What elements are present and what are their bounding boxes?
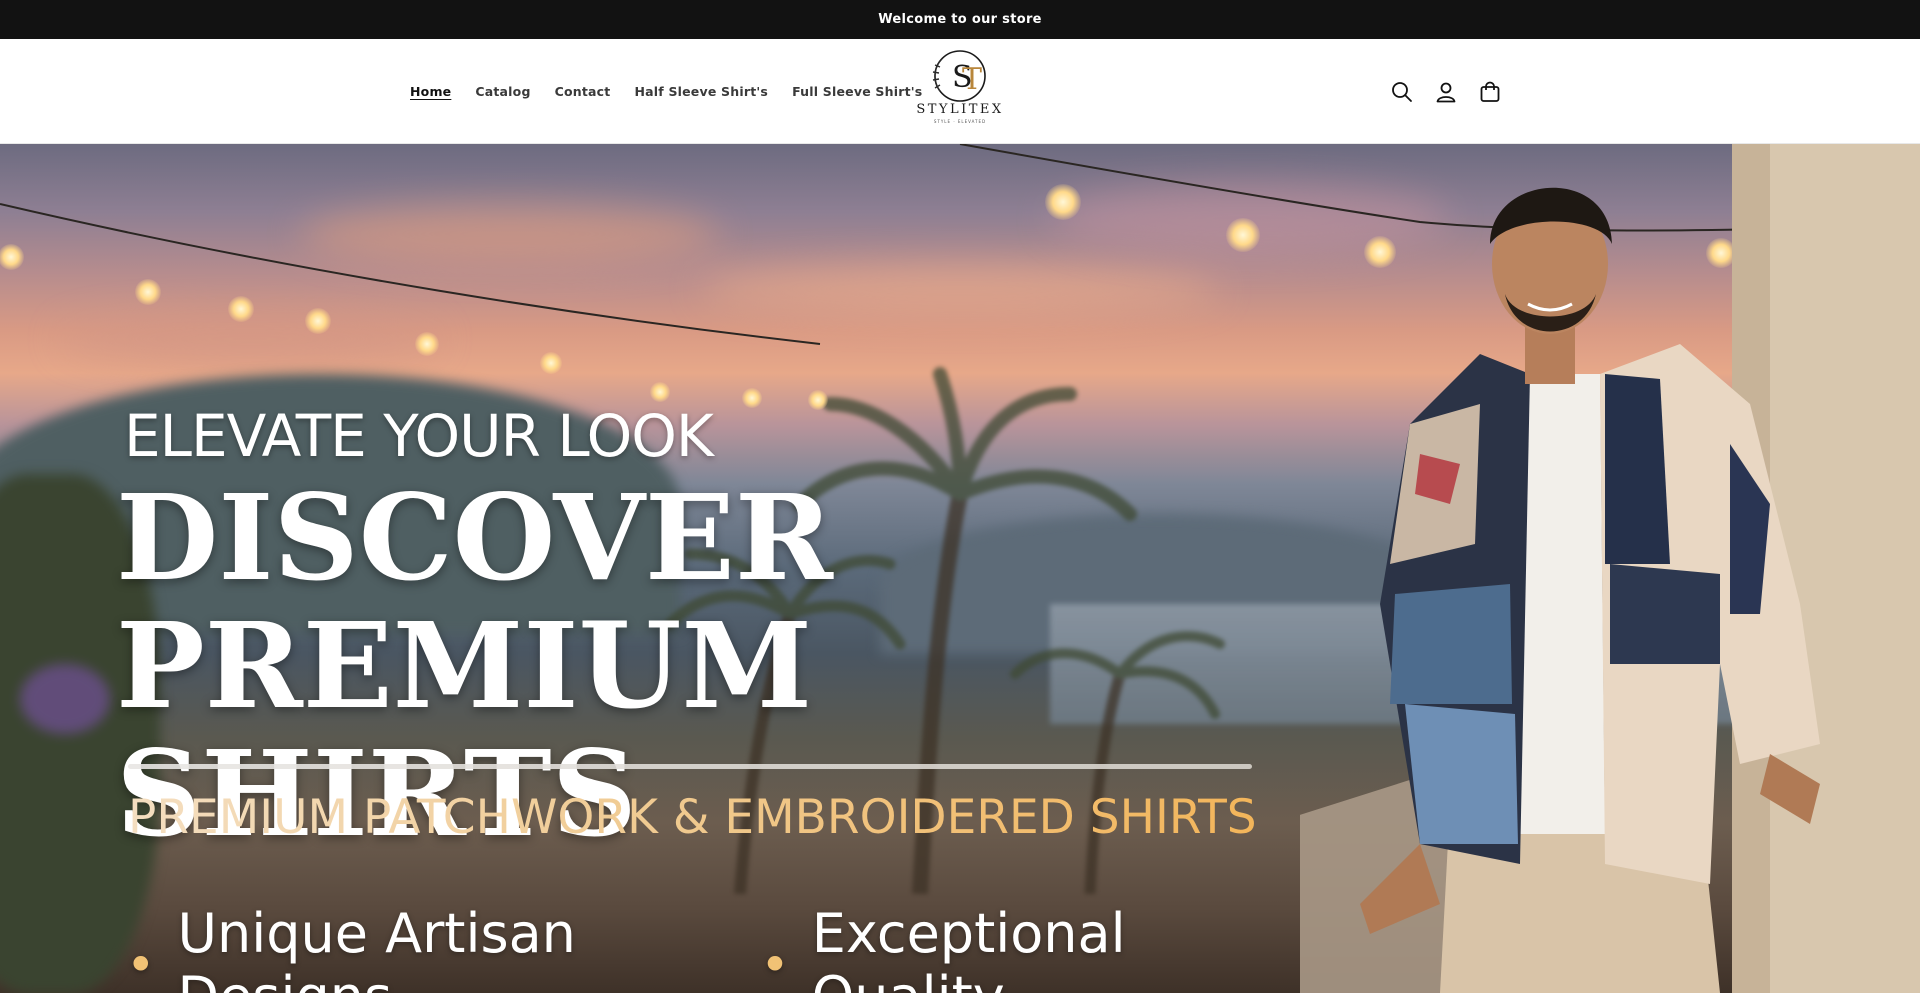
hero-bullet-item: Unique Artisan Designs xyxy=(177,902,576,993)
logo-tagline: STYLE · ELEVATED xyxy=(933,119,987,124)
site-header: Home Catalog Contact Half Sleeve Shirt's… xyxy=(0,39,1920,144)
nav-item-catalog[interactable]: Catalog xyxy=(463,84,542,99)
bullet-dot: • xyxy=(760,936,790,993)
logo-brand-name: STYLITEX xyxy=(916,102,1004,117)
svg-text:T: T xyxy=(962,62,982,97)
cart-icon[interactable] xyxy=(1475,77,1505,107)
logo-monogram-icon: S T xyxy=(932,50,986,102)
hero-text: ELEVATE YOUR LOOK DISCOVER PREMIUM SHIRT… xyxy=(0,144,1300,993)
main-nav: Home Catalog Contact Half Sleeve Shirt's… xyxy=(398,39,934,144)
account-icon[interactable] xyxy=(1431,77,1461,107)
hero-bullet-item: Exceptional Quality xyxy=(811,902,1126,993)
announcement-text: Welcome to our store xyxy=(878,12,1042,27)
hero-headline-line1: DISCOVER xyxy=(116,468,833,607)
hero-banner[interactable]: ELEVATE YOUR LOOK DISCOVER PREMIUM SHIRT… xyxy=(0,144,1920,993)
hero-model-image xyxy=(1300,144,1920,993)
hero-divider xyxy=(128,764,1252,769)
site-logo[interactable]: S T STYLITEX STYLE · ELEVATED xyxy=(912,47,1008,137)
nav-item-half-sleeve[interactable]: Half Sleeve Shirt's xyxy=(622,84,780,99)
bullet-dot: • xyxy=(126,936,156,993)
hero-bullets: • Unique Artisan Designs • Exceptional Q… xyxy=(126,902,1300,993)
search-icon[interactable] xyxy=(1387,77,1417,107)
hero-subline: PREMIUM PATCHWORK & EMBROIDERED SHIRTS xyxy=(128,790,1257,845)
nav-item-home[interactable]: Home xyxy=(398,84,463,99)
announcement-bar: Welcome to our store xyxy=(0,0,1920,39)
header-icons xyxy=(1387,39,1505,144)
hero-eyebrow: ELEVATE YOUR LOOK xyxy=(124,402,714,470)
nav-item-contact[interactable]: Contact xyxy=(543,84,623,99)
